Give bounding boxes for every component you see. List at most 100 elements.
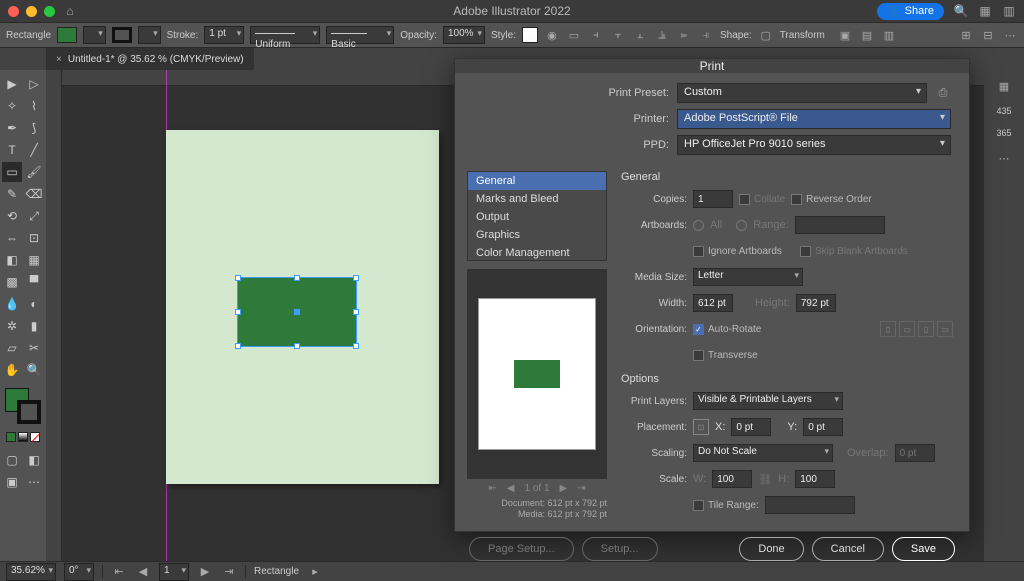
auto-rotate-checkbox[interactable]: ✓Auto-Rotate — [693, 324, 761, 335]
zoom-level[interactable]: 35.62% — [6, 563, 56, 581]
prev-artboard-icon[interactable]: ◀ — [135, 564, 151, 580]
fill-swatch[interactable] — [57, 27, 77, 43]
rectangle-shape[interactable] — [238, 278, 356, 346]
opacity-value[interactable]: 100% — [443, 26, 485, 44]
ignore-artboards-checkbox[interactable]: Ignore Artboards — [693, 246, 782, 257]
shape-builder-icon[interactable]: ◧ — [2, 250, 22, 270]
align-left-icon[interactable]: ⫞ — [588, 27, 604, 43]
direct-selection-tool-icon[interactable]: ▷ — [24, 74, 44, 94]
fill-menu[interactable] — [83, 26, 106, 44]
fill-stroke-control[interactable] — [5, 388, 41, 424]
lasso-tool-icon[interactable]: ⌇ — [24, 96, 44, 116]
stroke-swatch[interactable] — [112, 27, 132, 43]
last-artboard-icon[interactable]: ⇥ — [221, 564, 237, 580]
blend-tool-icon[interactable]: ◐ — [24, 294, 44, 314]
align-top-icon[interactable]: ⫡ — [654, 27, 670, 43]
edit-toolbar-icon[interactable]: ⋯ — [24, 472, 44, 492]
save-preset-icon[interactable]: ⎙ — [935, 85, 951, 101]
type-tool-icon[interactable]: T — [2, 140, 22, 160]
artboard-nav[interactable]: 1 — [159, 563, 189, 581]
curvature-tool-icon[interactable]: ⟆ — [24, 118, 44, 138]
preview-first-icon[interactable]: ⇤ — [488, 483, 496, 494]
shaper-tool-icon[interactable]: ✎ — [2, 184, 22, 204]
column-graph-icon[interactable]: ▮ — [24, 316, 44, 336]
minimize-window-icon[interactable] — [26, 6, 37, 17]
ruler-vertical[interactable] — [46, 70, 62, 561]
snap-icon[interactable]: ⊟ — [980, 27, 996, 43]
reverse-order-checkbox[interactable]: Reverse Order — [791, 194, 872, 205]
preview-next-icon[interactable]: ▶ — [560, 483, 568, 494]
zoom-tool-icon[interactable]: 🔍 — [24, 360, 44, 380]
gradient-tool-icon[interactable]: ▀ — [24, 272, 44, 292]
arrange-icon[interactable]: ▤ — [859, 27, 875, 43]
mesh-tool-icon[interactable]: ▩ — [2, 272, 22, 292]
close-tab-icon[interactable]: × — [56, 54, 62, 65]
gradient-mode-icon[interactable] — [18, 432, 28, 442]
placement-x-input[interactable] — [731, 418, 771, 436]
save-button[interactable]: Save — [892, 537, 955, 561]
stroke-weight[interactable]: 1 pt — [204, 26, 244, 44]
placement-y-input[interactable] — [803, 418, 843, 436]
arrange-documents-icon[interactable]: ▦ — [978, 4, 992, 18]
rotate-view[interactable]: 0° — [64, 563, 94, 581]
shape-props-icon[interactable]: ▢ — [758, 27, 774, 43]
workspace-icon[interactable]: ▥ — [1002, 4, 1016, 18]
artboard-tool-icon[interactable]: ▱ — [2, 338, 22, 358]
section-general[interactable]: General — [468, 172, 606, 190]
zoom-window-icon[interactable] — [44, 6, 55, 17]
media-size-select[interactable]: Letter — [693, 268, 803, 286]
pen-tool-icon[interactable]: ✒ — [2, 118, 22, 138]
draw-mode-normal-icon[interactable]: ▢ — [2, 450, 22, 470]
hand-tool-icon[interactable]: ✋ — [2, 360, 22, 380]
slice-tool-icon[interactable]: ✂ — [24, 338, 44, 358]
align-vcenter-icon[interactable]: ⫢ — [676, 27, 692, 43]
width-tool-icon[interactable]: ⇔ — [2, 228, 22, 248]
select-similar-icon[interactable]: ▥ — [881, 27, 897, 43]
symbol-sprayer-icon[interactable]: ✲ — [2, 316, 22, 336]
graphic-style-swatch[interactable] — [522, 27, 538, 43]
close-window-icon[interactable] — [8, 6, 19, 17]
selection-tool-icon[interactable]: ▶ — [2, 74, 22, 94]
color-mode-icon[interactable] — [6, 432, 16, 442]
preset-select[interactable]: Custom — [677, 83, 927, 103]
share-button[interactable]: 👤Share — [877, 3, 944, 20]
home-icon[interactable]: ⌂ — [63, 4, 77, 18]
isolate-icon[interactable]: ▣ — [837, 27, 853, 43]
stroke-menu[interactable] — [138, 26, 161, 44]
align-bottom-icon[interactable]: ⫣ — [698, 27, 714, 43]
ppd-select[interactable]: HP OfficeJet Pro 9010 series — [677, 135, 951, 155]
recolor-icon[interactable]: ◉ — [544, 27, 560, 43]
rectangle-tool-icon[interactable]: ▭ — [2, 162, 22, 182]
paintbrush-tool-icon[interactable]: 🖌 — [24, 162, 44, 182]
print-layers-select[interactable]: Visible & Printable Layers — [693, 392, 843, 410]
draw-mode-behind-icon[interactable]: ◧ — [24, 450, 44, 470]
align-hcenter-icon[interactable]: ⫟ — [610, 27, 626, 43]
rotate-tool-icon[interactable]: ⟲ — [2, 206, 22, 226]
section-list[interactable]: General Marks and Bleed Output Graphics … — [467, 171, 607, 261]
placement-grid-icon[interactable]: ⊡ — [693, 419, 709, 435]
section-graphics[interactable]: Graphics — [468, 226, 606, 244]
next-artboard-icon[interactable]: ▶ — [197, 564, 213, 580]
preview-prev-icon[interactable]: ◀ — [507, 483, 515, 494]
done-button[interactable]: Done — [739, 537, 803, 561]
section-marks-bleed[interactable]: Marks and Bleed — [468, 190, 606, 208]
eraser-tool-icon[interactable]: ⌫ — [24, 184, 44, 204]
document-tab[interactable]: × Untitled-1* @ 35.62 % (CMYK/Preview) — [46, 48, 254, 70]
brush-definition[interactable]: Basic — [326, 26, 394, 44]
eyedropper-tool-icon[interactable]: 💧 — [2, 294, 22, 314]
search-icon[interactable]: 🔍 — [954, 4, 968, 18]
copies-input[interactable] — [693, 190, 733, 208]
first-artboard-icon[interactable]: ⇤ — [111, 564, 127, 580]
line-tool-icon[interactable]: ╱ — [24, 140, 44, 160]
panel-icon[interactable]: ▦ — [996, 78, 1012, 94]
free-transform-icon[interactable]: ⊡ — [24, 228, 44, 248]
transform-label[interactable]: Transform — [780, 30, 825, 41]
more-icon[interactable]: ⋯ — [1002, 27, 1018, 43]
section-color-mgmt[interactable]: Color Management — [468, 244, 606, 261]
align-right-icon[interactable]: ⫠ — [632, 27, 648, 43]
perspective-grid-icon[interactable]: ▦ — [24, 250, 44, 270]
screen-mode-icon[interactable]: ▣ — [2, 472, 22, 492]
variable-width-profile[interactable]: Uniform — [250, 26, 320, 44]
panel-more-icon[interactable]: ⋯ — [996, 150, 1012, 166]
scaling-select[interactable]: Do Not Scale — [693, 444, 833, 462]
